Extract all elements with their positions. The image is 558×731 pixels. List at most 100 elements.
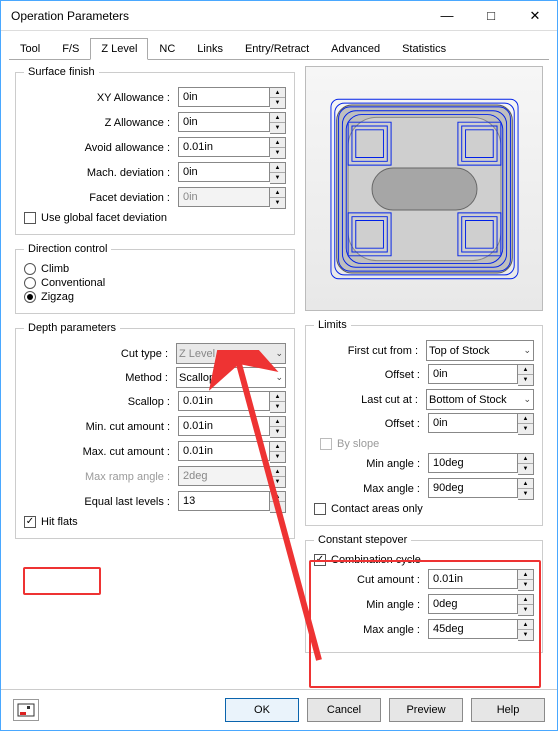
spin-down-icon[interactable]: ▼ — [518, 489, 533, 499]
contact-areas-checkbox[interactable]: Contact areas only — [314, 503, 534, 515]
spin-up-icon[interactable]: ▲ — [518, 595, 533, 605]
window-title: Operation Parameters — [11, 9, 425, 23]
max-cut-input[interactable] — [178, 441, 270, 461]
tab-nc[interactable]: NC — [148, 38, 186, 60]
offset2-input[interactable] — [428, 413, 518, 433]
spin-down-icon[interactable]: ▼ — [518, 630, 533, 640]
hit-flats-checkbox[interactable]: ✓Hit flats — [24, 516, 286, 528]
spin-up-icon[interactable]: ▲ — [270, 392, 285, 402]
tab-advanced[interactable]: Advanced — [320, 38, 391, 60]
help-button[interactable]: Help — [471, 698, 545, 722]
mach-dev-input[interactable] — [178, 162, 270, 182]
cs-max-angle-input[interactable] — [428, 619, 518, 639]
close-button[interactable]: ✕ — [513, 1, 557, 30]
spin-up-icon[interactable]: ▲ — [270, 113, 285, 123]
spin-down-icon[interactable]: ▼ — [270, 123, 285, 133]
spin-down-icon[interactable]: ▼ — [518, 580, 533, 590]
spin-down-icon[interactable]: ▼ — [270, 402, 285, 412]
spin-down-icon[interactable]: ▼ — [518, 464, 533, 474]
limit-max-angle-input[interactable] — [428, 478, 518, 498]
method-label: Method : — [24, 372, 172, 384]
radio-label: Zigzag — [41, 291, 74, 303]
scallop-label: Scallop : — [24, 396, 174, 408]
by-slope-label: By slope — [337, 438, 379, 450]
facet-dev-label: Facet deviation : — [24, 192, 174, 204]
first-cut-select[interactable]: Top of Stock⌄ — [426, 340, 534, 361]
checkbox-icon: ✓ — [314, 554, 326, 566]
chevron-down-icon: ⌄ — [523, 394, 531, 405]
surface-finish-legend: Surface finish — [24, 66, 99, 78]
toolpath-preview — [305, 66, 543, 311]
spin-down-icon[interactable]: ▼ — [270, 452, 285, 462]
select-value: Bottom of Stock — [429, 394, 507, 406]
limit-min-angle-input[interactable] — [428, 453, 518, 473]
status-icon[interactable] — [13, 699, 39, 721]
spin-up-icon[interactable]: ▲ — [518, 620, 533, 630]
min-cut-input[interactable] — [178, 416, 270, 436]
xy-allow-input[interactable] — [178, 87, 270, 107]
cs-cut-amount-label: Cut amount : — [314, 574, 424, 586]
combination-cycle-checkbox[interactable]: ✓ Combination cycle — [314, 554, 534, 566]
z-allow-input[interactable] — [178, 112, 270, 132]
tab-links[interactable]: Links — [186, 38, 234, 60]
ok-button[interactable]: OK — [225, 698, 299, 722]
method-select[interactable]: Scallop⌄ — [176, 367, 286, 388]
spin-up-icon[interactable]: ▲ — [270, 138, 285, 148]
limits-legend: Limits — [314, 319, 351, 331]
combination-cycle-label: Combination cycle — [331, 554, 421, 566]
spin-up-icon[interactable]: ▲ — [518, 365, 533, 375]
spin-down-icon[interactable]: ▼ — [270, 427, 285, 437]
avoid-allow-input[interactable] — [178, 137, 270, 157]
offset1-input[interactable] — [428, 364, 518, 384]
maximize-button[interactable]: □ — [469, 1, 513, 30]
minimize-button[interactable]: — — [425, 1, 469, 30]
radio-icon — [24, 291, 36, 303]
last-cut-select[interactable]: Bottom of Stock ⌄ — [426, 389, 534, 410]
tab-entry[interactable]: Entry/Retract — [234, 38, 320, 60]
tab-fs[interactable]: F/S — [51, 38, 90, 60]
radio-climb[interactable]: Climb — [24, 263, 286, 275]
radio-icon — [24, 277, 36, 289]
radio-label: Climb — [41, 263, 69, 275]
spin-up-icon[interactable]: ▲ — [518, 414, 533, 424]
spin-up-icon[interactable]: ▲ — [270, 442, 285, 452]
spin-up-icon[interactable]: ▲ — [270, 417, 285, 427]
preview-button[interactable]: Preview — [389, 698, 463, 722]
const-step-legend: Constant stepover — [314, 534, 411, 546]
spin-up-icon[interactable]: ▲ — [270, 163, 285, 173]
tab-bar: Tool F/S Z Level NC Links Entry/Retract … — [1, 31, 557, 59]
tab-tool[interactable]: Tool — [9, 38, 51, 60]
z-allow-label: Z Allowance : — [24, 117, 174, 129]
spin-down-icon[interactable]: ▼ — [270, 148, 285, 158]
spin-up-icon: ▲ — [270, 467, 285, 477]
constant-stepover-group: Constant stepover ✓ Combination cycle Cut… — [305, 534, 543, 653]
radio-conventional[interactable]: Conventional — [24, 277, 286, 289]
cs-min-angle-label: Min angle : — [314, 599, 424, 611]
surface-finish-group: Surface finish XY Allowance : ▲▼ Z Allow… — [15, 66, 295, 235]
spin-down-icon[interactable]: ▼ — [518, 605, 533, 615]
spin-down-icon[interactable]: ▼ — [518, 375, 533, 385]
cut-type-label: Cut type : — [24, 348, 172, 360]
limits-group: Limits First cut from : Top of Stock⌄ Of… — [305, 319, 543, 526]
use-global-facet-checkbox[interactable]: Use global facet deviation — [24, 212, 286, 224]
cancel-button[interactable]: Cancel — [307, 698, 381, 722]
spin-up-icon[interactable]: ▲ — [518, 570, 533, 580]
spin-up-icon[interactable]: ▲ — [270, 492, 285, 502]
spin-down-icon[interactable]: ▼ — [270, 173, 285, 183]
tab-statistics[interactable]: Statistics — [391, 38, 457, 60]
xy-allow-label: XY Allowance : — [24, 92, 174, 104]
cs-cut-amount-input[interactable] — [428, 569, 518, 589]
equal-last-input[interactable] — [178, 491, 270, 511]
spin-down-icon[interactable]: ▼ — [270, 98, 285, 108]
checkbox-icon — [320, 438, 332, 450]
spin-down-icon[interactable]: ▼ — [518, 424, 533, 434]
scallop-input[interactable] — [178, 391, 270, 411]
spin-down-icon[interactable]: ▼ — [270, 502, 285, 512]
tab-zlevel[interactable]: Z Level — [90, 38, 148, 60]
spin-up-icon[interactable]: ▲ — [270, 88, 285, 98]
spin-up-icon[interactable]: ▲ — [518, 479, 533, 489]
spin-up-icon[interactable]: ▲ — [518, 454, 533, 464]
cs-min-angle-input[interactable] — [428, 594, 518, 614]
radio-zigzag[interactable]: Zigzag — [24, 291, 286, 303]
avoid-allow-label: Avoid allowance : — [24, 142, 174, 154]
